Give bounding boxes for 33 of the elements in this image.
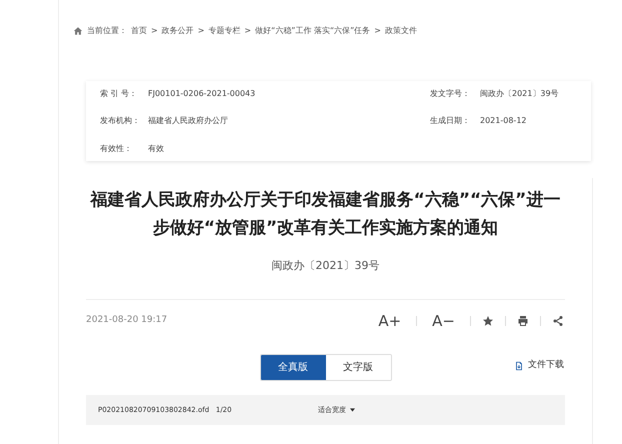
home-icon [73,26,83,36]
share-icon[interactable] [552,314,564,327]
info-value: 2021-08-12 [480,115,526,128]
info-label: 索 引 号： [100,88,138,100]
font-size-button[interactable]: A− [428,310,459,332]
caret-icon [350,408,355,412]
document-number: 闽政办〔2021〕39号 [270,258,380,274]
font-size-button[interactable]: A+ [374,310,406,332]
breadcrumb-link[interactable]: 首页 [131,25,147,37]
breadcrumb-separator: > [198,25,204,37]
breadcrumb-separator: > [151,25,158,37]
breadcrumb-link[interactable]: 政策文件 [384,25,417,37]
info-label: 生成日期： [430,115,471,128]
download-link[interactable]: 文件下载 [514,359,564,372]
breadcrumb-link[interactable]: 做好“六稳”工作 落实“六保”任务 [255,25,370,37]
info-value: FJ00101-0206-2021-00043 [148,88,256,100]
printer-icon[interactable] [517,314,529,327]
star-icon[interactable] [482,314,494,327]
info-label: 发布机构： [100,115,141,128]
breadcrumb-label: 当前位置： [87,25,127,37]
info-label: 发文字号： [430,88,471,100]
breadcrumb-separator: > [374,25,381,37]
publish-date: 2021-08-20 19:17 [86,314,168,327]
breadcrumb-separator: > [244,25,252,37]
view-tab[interactable]: 全真版 [260,355,326,380]
info-label: 有效性： [100,142,133,155]
breadcrumb-link[interactable]: 政务公开 [162,25,194,37]
document-title: 福建省人民政府办公厅关于印发福建省服务“六稳”“六保”进一步做好“放管服”改革有关工作实施方案的通知 [89,189,562,240]
info-value: 闽政办〔2021〕39号 [480,88,559,100]
info-value: 有效 [148,142,164,155]
download-icon [514,360,524,371]
info-value: 福建省人民政府办公厅 [148,115,228,128]
breadcrumb-link[interactable]: 专题专栏 [208,25,240,37]
